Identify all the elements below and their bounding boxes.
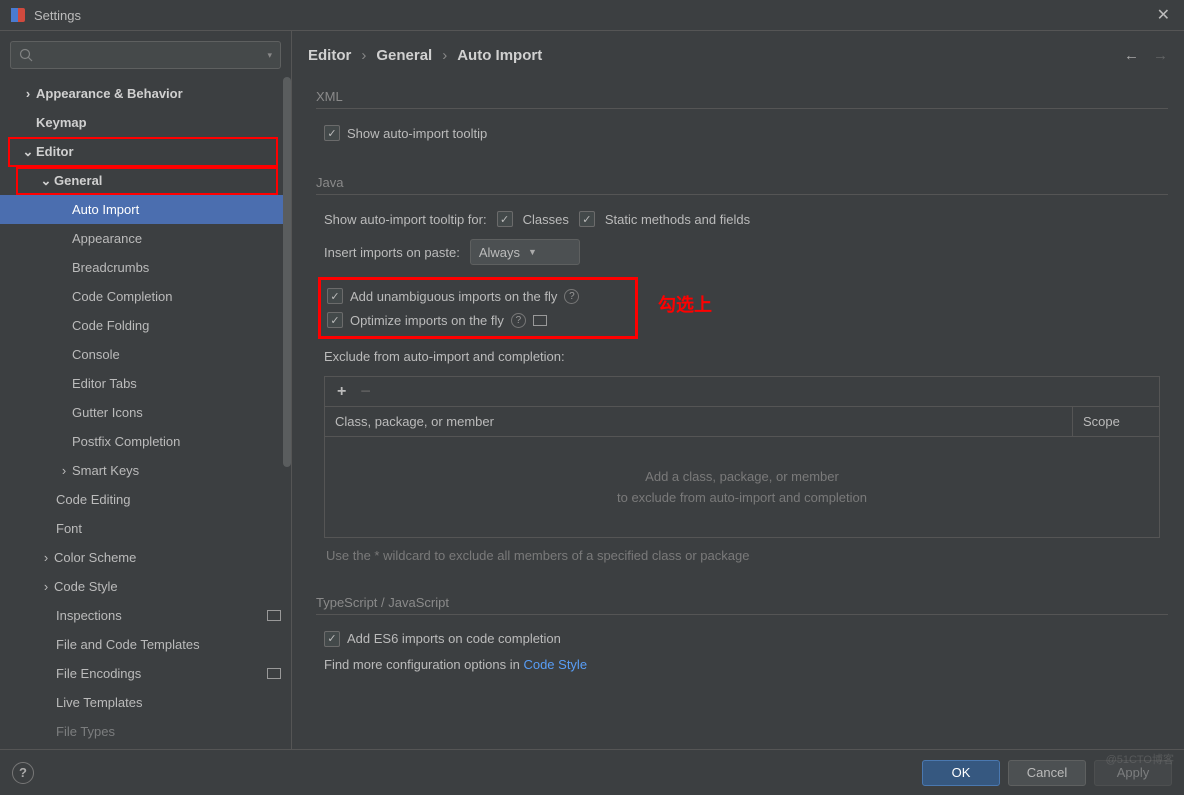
checkbox-optimize[interactable] (327, 312, 343, 328)
help-button[interactable]: ? (12, 762, 34, 784)
combo-insert-paste[interactable]: Always ▼ (470, 239, 580, 265)
checkbox-classes[interactable] (497, 211, 513, 227)
label-es6: Add ES6 imports on code completion (347, 631, 561, 646)
app-icon (10, 7, 26, 23)
chevron-down-icon: ⌄ (20, 144, 36, 160)
tree-keymap[interactable]: Keymap (0, 108, 291, 137)
section-xml: XML (316, 89, 1168, 104)
combo-value: Always (479, 245, 520, 260)
tree-font[interactable]: Font (0, 514, 291, 543)
label-optimize: Optimize imports on the fly (350, 313, 504, 328)
tree-color-scheme[interactable]: ›Color Scheme (0, 543, 291, 572)
chevron-right-icon: › (20, 86, 36, 101)
tree-editor[interactable]: ⌄Editor (0, 137, 291, 166)
label-exclude: Exclude from auto-import and completion: (316, 345, 1168, 368)
window-title: Settings (34, 8, 1153, 23)
breadcrumb: Editor › General › Auto Import ← → (292, 31, 1184, 79)
tree-console[interactable]: Console (0, 340, 291, 369)
label-add-unambiguous: Add unambiguous imports on the fly (350, 289, 557, 304)
chevron-down-icon: ⌄ (38, 173, 54, 189)
tree-code-completion[interactable]: Code Completion (0, 282, 291, 311)
cancel-button[interactable]: Cancel (1008, 760, 1086, 786)
label-classes: Classes (523, 212, 569, 227)
hint-wildcard: Use the * wildcard to exclude all member… (326, 546, 1158, 567)
tree-live-templates[interactable]: Live Templates (0, 688, 291, 717)
chevron-down-icon: ▼ (528, 247, 537, 257)
tree-auto-import[interactable]: Auto Import (0, 195, 291, 224)
tree-postfix-completion[interactable]: Postfix Completion (0, 427, 291, 456)
tree-code-editing[interactable]: Code Editing (0, 485, 291, 514)
link-code-style[interactable]: Code Style (523, 657, 587, 672)
checkbox-es6[interactable] (324, 631, 340, 647)
tree-file-code-templates[interactable]: File and Code Templates (0, 630, 291, 659)
tree-code-folding[interactable]: Code Folding (0, 311, 291, 340)
label-find-more: Find more configuration options in (324, 657, 523, 672)
empty-line2: to exclude from auto-import and completi… (617, 490, 867, 505)
search-icon (19, 48, 33, 62)
tree-general[interactable]: ⌄General (0, 166, 291, 195)
empty-line1: Add a class, package, or member (645, 469, 839, 484)
watermark: @51CTO博客 (1106, 751, 1174, 767)
checkbox-static[interactable] (579, 211, 595, 227)
settings-tree: ›Appearance & Behavior Keymap ⌄Editor ⌄G… (0, 79, 291, 749)
add-button[interactable]: + (337, 383, 346, 401)
ok-button[interactable]: OK (922, 760, 1000, 786)
close-icon[interactable]: ✕ (1153, 1, 1174, 29)
label-show-tooltip-for: Show auto-import tooltip for: (324, 212, 487, 227)
scope-icon (267, 668, 281, 679)
section-ts: TypeScript / JavaScript (316, 595, 1168, 610)
chevron-down-icon[interactable]: ▾ (267, 50, 272, 61)
tree-code-style[interactable]: ›Code Style (0, 572, 291, 601)
label-insert-paste: Insert imports on paste: (324, 245, 460, 260)
tree-gutter-icons[interactable]: Gutter Icons (0, 398, 291, 427)
scope-icon (267, 610, 281, 621)
search-input[interactable] (39, 48, 267, 63)
tree-inspections[interactable]: Inspections (0, 601, 291, 630)
checkbox-xml-tooltip[interactable] (324, 125, 340, 141)
col-scope[interactable]: Scope (1073, 407, 1159, 436)
scrollbar[interactable] (283, 77, 291, 467)
remove-button: − (360, 381, 371, 402)
exclude-table: + − Class, package, or member Scope Add … (324, 376, 1160, 538)
label-xml-tooltip: Show auto-import tooltip (347, 126, 487, 141)
tree-breadcrumbs[interactable]: Breadcrumbs (0, 253, 291, 282)
scope-icon (533, 315, 547, 326)
back-icon[interactable]: ← (1124, 47, 1139, 64)
chevron-right-icon: › (38, 579, 54, 594)
breadcrumb-auto-import[interactable]: Auto Import (457, 47, 542, 64)
forward-icon: → (1153, 47, 1168, 64)
tree-editor-tabs[interactable]: Editor Tabs (0, 369, 291, 398)
help-icon[interactable]: ? (511, 313, 526, 328)
annotation-text: 勾选上 (658, 291, 712, 317)
help-icon[interactable]: ? (564, 289, 579, 304)
col-class[interactable]: Class, package, or member (325, 407, 1073, 436)
tree-appearance[interactable]: Appearance (0, 224, 291, 253)
breadcrumb-general[interactable]: General (376, 47, 432, 64)
tree-smart-keys[interactable]: ›Smart Keys (0, 456, 291, 485)
search-input-container[interactable]: ▾ (10, 41, 281, 69)
chevron-right-icon: › (56, 463, 72, 478)
label-static: Static methods and fields (605, 212, 750, 227)
section-java: Java (316, 175, 1168, 190)
tree-file-encodings[interactable]: File Encodings (0, 659, 291, 688)
tree-appearance-behavior[interactable]: ›Appearance & Behavior (0, 79, 291, 108)
tree-file-types[interactable]: File Types (0, 717, 291, 746)
breadcrumb-editor[interactable]: Editor (308, 47, 351, 64)
chevron-right-icon: › (38, 550, 54, 565)
checkbox-add-unambiguous[interactable] (327, 288, 343, 304)
